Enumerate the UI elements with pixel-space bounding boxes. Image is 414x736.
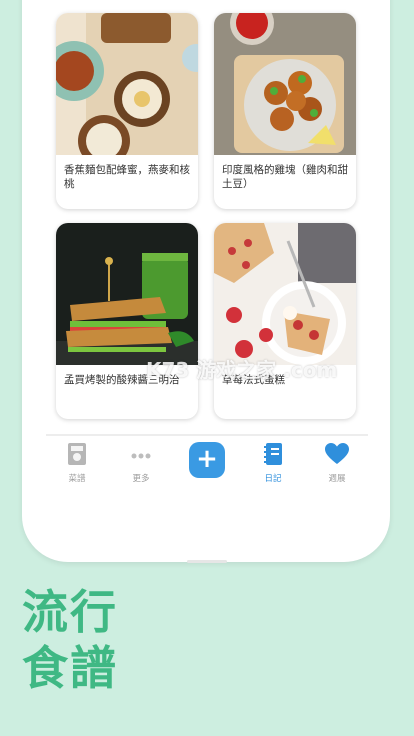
more-dots-icon	[131, 453, 151, 459]
heart-icon	[325, 443, 349, 464]
recipe-photo	[214, 13, 356, 155]
tab-label: 週展	[328, 474, 346, 484]
recipe-photo	[56, 223, 198, 365]
phone-edge	[187, 560, 227, 563]
recipe-card-chutney-sandwich[interactable]: 孟買烤製的酸辣醬三明治	[56, 223, 198, 419]
recipe-photo	[56, 13, 198, 155]
tab-label: 更多	[132, 474, 150, 484]
promo-line-2: 食譜	[22, 641, 118, 695]
recipe-title: 香蕉麵包配蜂蜜，燕麥和核桃	[64, 164, 190, 190]
tab-label: 日記	[264, 474, 282, 484]
tab-bar: 菜譜 更多 + 日記 週展	[46, 434, 368, 494]
recipe-book-icon	[68, 443, 86, 465]
plus-icon[interactable]: +	[189, 442, 225, 478]
recipe-title: 印度風格的雞塊（雞肉和甜土豆）	[222, 164, 348, 190]
recipe-card-banana-bread[interactable]: 香蕉麵包配蜂蜜，燕麥和核桃	[56, 13, 198, 209]
tab-label: 菜譜	[68, 474, 86, 484]
notebook-icon	[264, 443, 282, 465]
recipe-card-strawberry-cake[interactable]: 草莓法式蛋糕	[214, 223, 356, 419]
recipe-card-chicken-nuggets[interactable]: 印度風格的雞塊（雞肉和甜土豆）	[214, 13, 356, 209]
recipe-photo	[214, 223, 356, 365]
watermark: K73 游戏之家 .com	[146, 358, 338, 382]
tab-favorites[interactable]: 週展	[311, 442, 363, 484]
tab-diary[interactable]: 日記	[247, 442, 299, 484]
tab-add[interactable]: +	[181, 442, 233, 478]
promo-text: 流行 食譜	[22, 584, 118, 696]
tab-more[interactable]: 更多	[115, 442, 167, 484]
tab-recipes[interactable]: 菜譜	[51, 442, 103, 484]
promo-line-1: 流行	[22, 585, 118, 639]
